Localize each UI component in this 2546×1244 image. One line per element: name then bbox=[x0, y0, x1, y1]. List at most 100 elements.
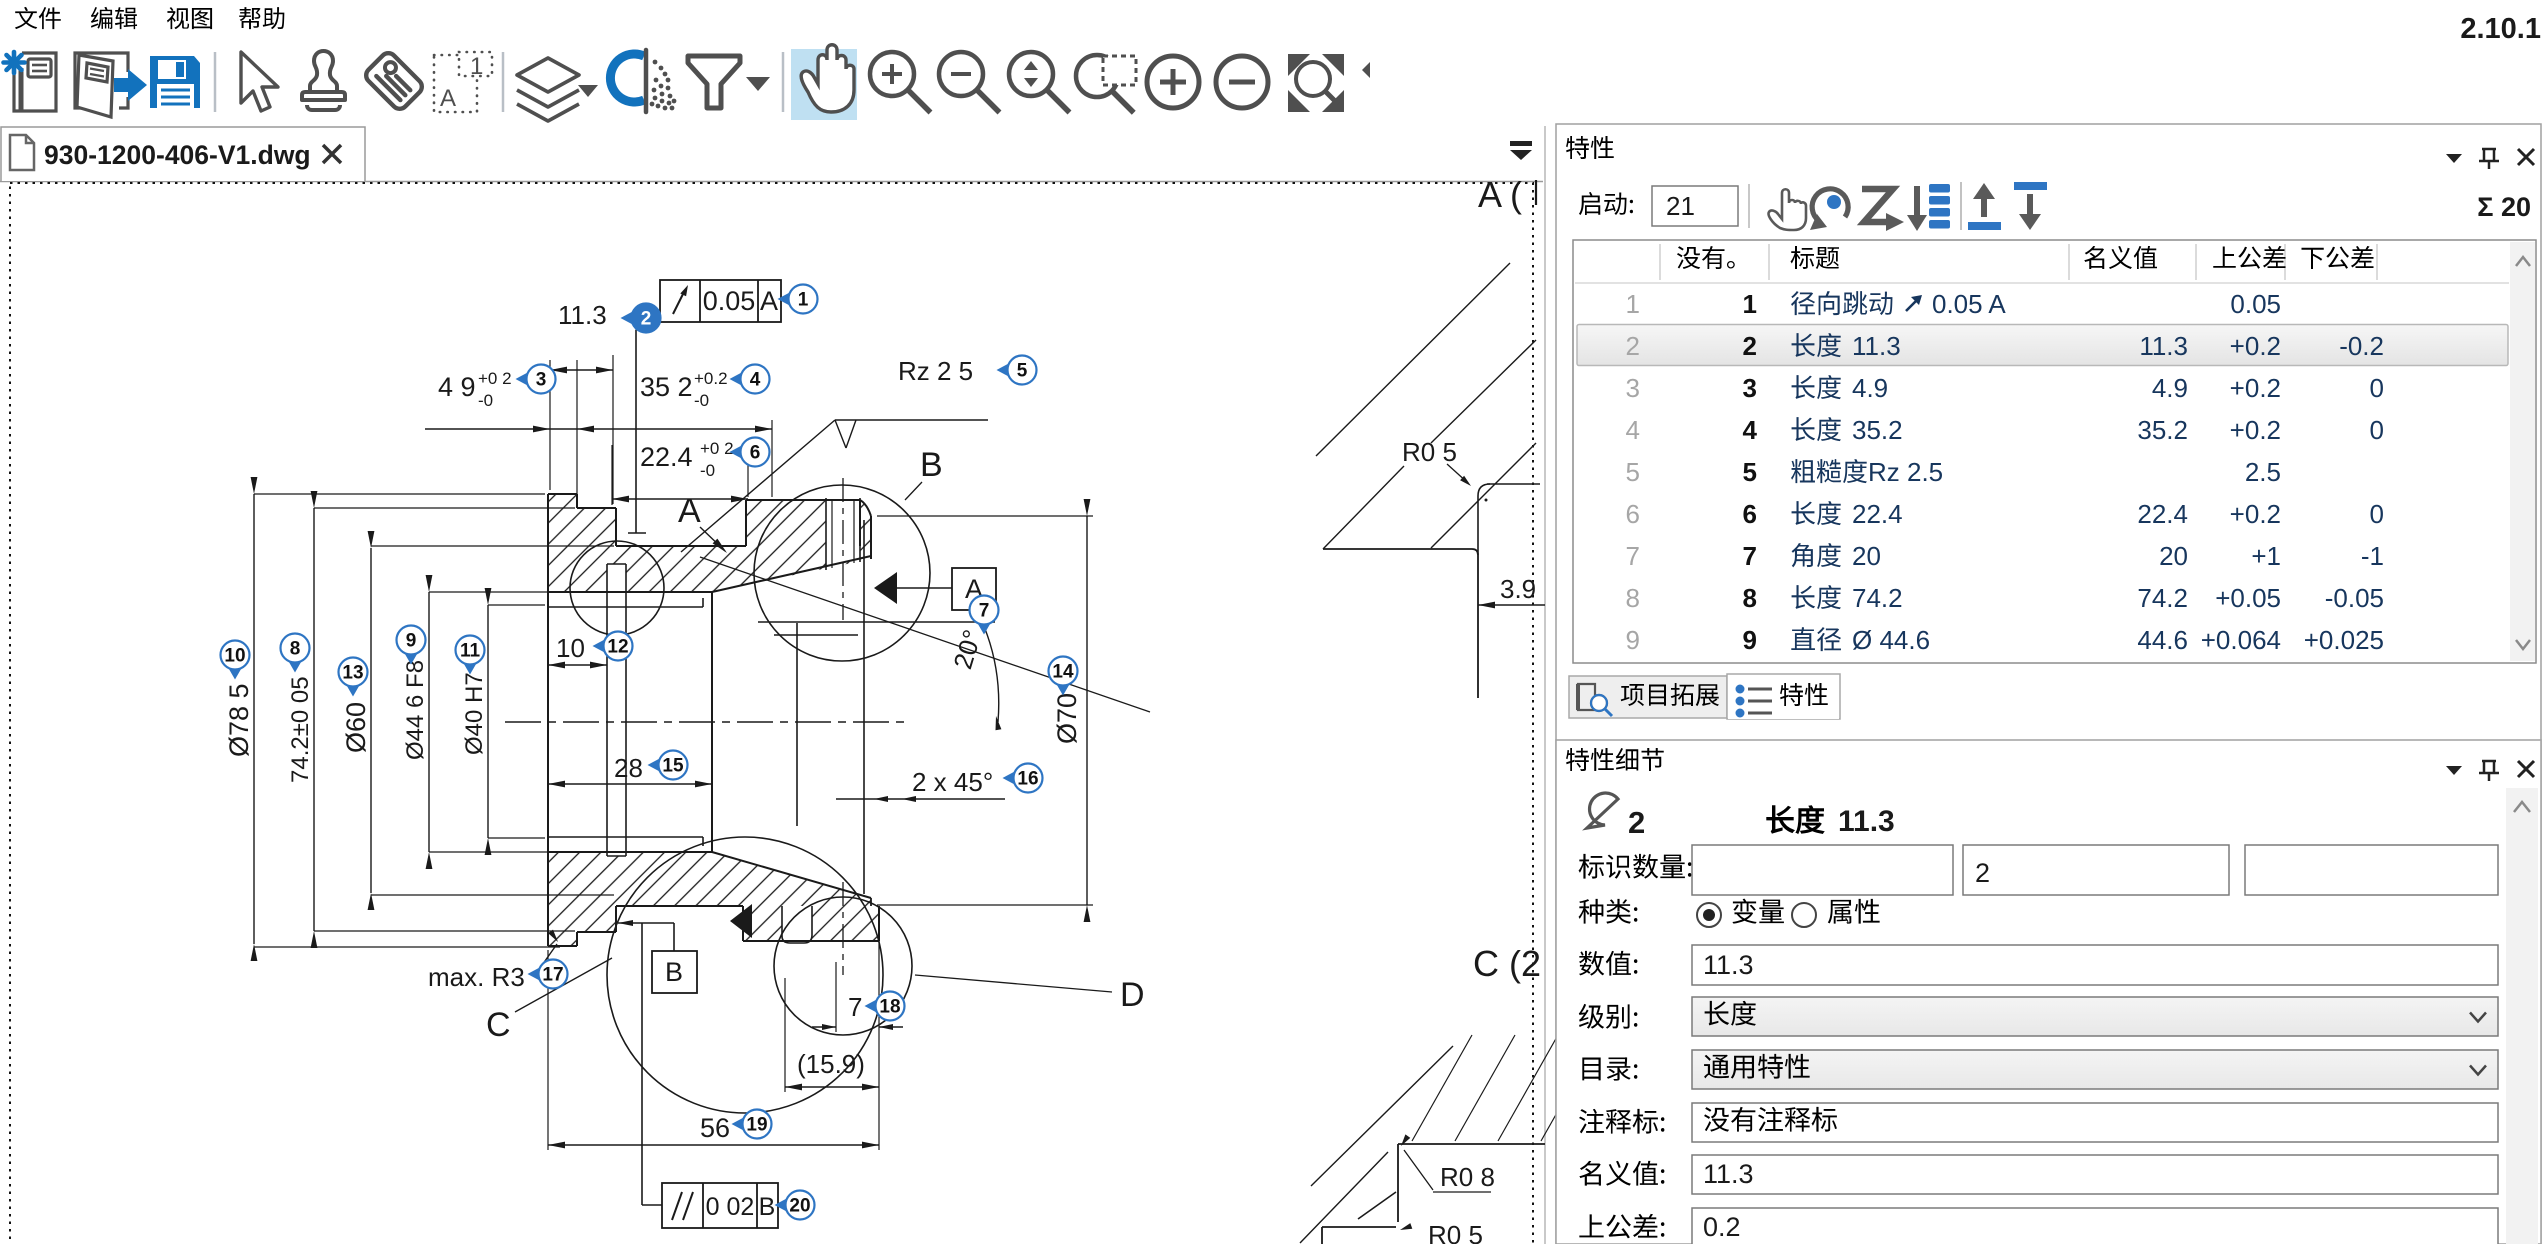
svg-text:+1: +1 bbox=[2251, 541, 2281, 571]
svg-text:18: 18 bbox=[879, 997, 900, 1018]
svg-text:6: 6 bbox=[1626, 499, 1640, 529]
svg-text:A: A bbox=[678, 492, 701, 530]
svg-text:1: 1 bbox=[1743, 289, 1757, 319]
svg-text:17: 17 bbox=[542, 965, 563, 986]
svg-text:10: 10 bbox=[224, 646, 245, 667]
svg-text:56: 56 bbox=[700, 1113, 730, 1143]
svg-text:22.4: 22.4 bbox=[640, 442, 693, 472]
svg-text:3: 3 bbox=[1626, 373, 1640, 403]
svg-text:4: 4 bbox=[1626, 415, 1640, 445]
svg-text:3: 3 bbox=[1743, 373, 1757, 403]
svg-text:6: 6 bbox=[1743, 499, 1757, 529]
svg-text:+0.05: +0.05 bbox=[2215, 583, 2281, 613]
svg-text:7: 7 bbox=[979, 601, 990, 622]
svg-text:-0: -0 bbox=[700, 461, 715, 480]
svg-text:-0: -0 bbox=[478, 391, 493, 410]
svg-text:3.9: 3.9 bbox=[1500, 574, 1536, 604]
svg-text:5: 5 bbox=[1743, 457, 1757, 487]
svg-text:+0 2: +0 2 bbox=[700, 439, 734, 458]
svg-text:4 9: 4 9 bbox=[438, 372, 476, 402]
svg-text:9: 9 bbox=[1743, 625, 1757, 655]
svg-text:C: C bbox=[486, 1006, 511, 1044]
svg-text:8: 8 bbox=[1743, 583, 1757, 613]
svg-text:+0.2: +0.2 bbox=[2230, 499, 2281, 529]
svg-text:13: 13 bbox=[342, 663, 363, 684]
svg-text:35.2: 35.2 bbox=[2137, 415, 2188, 445]
svg-text:max. R3: max. R3 bbox=[428, 962, 525, 992]
svg-text:4: 4 bbox=[750, 370, 761, 391]
svg-text:4.9: 4.9 bbox=[2152, 373, 2188, 403]
svg-text:0.2: 0.2 bbox=[1703, 1212, 1741, 1242]
svg-text:Ø 44.6: Ø 44.6 bbox=[1852, 625, 1930, 655]
svg-text:-0: -0 bbox=[694, 391, 709, 410]
svg-text:0 02: 0 02 bbox=[706, 1193, 755, 1221]
svg-text:2: 2 bbox=[1626, 331, 1640, 361]
svg-text:11.3: 11.3 bbox=[1703, 1159, 1754, 1189]
svg-text:Ø60: Ø60 bbox=[341, 702, 371, 753]
svg-text:+0.2: +0.2 bbox=[2230, 415, 2281, 445]
svg-text:2.5: 2.5 bbox=[2245, 457, 2281, 487]
svg-text:21: 21 bbox=[1666, 191, 1695, 221]
svg-text:7: 7 bbox=[1743, 541, 1757, 571]
svg-text:2.10.1: 2.10.1 bbox=[2460, 13, 2541, 45]
svg-text:+0.025: +0.025 bbox=[2304, 625, 2384, 655]
svg-text:35 2: 35 2 bbox=[640, 372, 693, 402]
svg-text:11.3: 11.3 bbox=[1852, 331, 1901, 361]
svg-text:20: 20 bbox=[1852, 541, 1881, 571]
svg-text:930-1200-406-V1.dwg: 930-1200-406-V1.dwg bbox=[44, 140, 311, 170]
svg-text:D: D bbox=[1120, 976, 1145, 1014]
svg-text:0: 0 bbox=[2370, 373, 2384, 403]
svg-text:74.2: 74.2 bbox=[2137, 583, 2188, 613]
svg-text:35.2: 35.2 bbox=[1852, 415, 1903, 445]
svg-text:+0.2: +0.2 bbox=[2230, 373, 2281, 403]
svg-text:2: 2 bbox=[1628, 805, 1645, 840]
svg-text:6: 6 bbox=[750, 443, 761, 464]
svg-text:20: 20 bbox=[2159, 541, 2188, 571]
svg-text:19: 19 bbox=[746, 1115, 767, 1136]
svg-text:+0.064: +0.064 bbox=[2201, 625, 2281, 655]
svg-text:22.4: 22.4 bbox=[1852, 499, 1903, 529]
svg-text:Ø70: Ø70 bbox=[1052, 693, 1082, 744]
svg-text:2: 2 bbox=[1743, 331, 1757, 361]
svg-text:Ø78 5: Ø78 5 bbox=[224, 683, 254, 757]
svg-text:74.2±0 05: 74.2±0 05 bbox=[287, 676, 314, 783]
svg-text:B: B bbox=[759, 1193, 776, 1221]
svg-text:11: 11 bbox=[460, 641, 481, 662]
svg-text:22.4: 22.4 bbox=[2137, 499, 2188, 529]
svg-text:11.3: 11.3 bbox=[2139, 331, 2188, 361]
svg-text:Ø40 H7: Ø40 H7 bbox=[461, 672, 488, 755]
svg-text:11.3: 11.3 bbox=[558, 300, 607, 330]
svg-text:44.6: 44.6 bbox=[2137, 625, 2188, 655]
svg-text:R0 5: R0 5 bbox=[1428, 1220, 1483, 1244]
svg-text:+0.2: +0.2 bbox=[694, 369, 728, 388]
svg-text:16: 16 bbox=[1017, 769, 1038, 790]
svg-text:11.3: 11.3 bbox=[1703, 950, 1754, 980]
svg-text:0: 0 bbox=[2370, 499, 2384, 529]
svg-text:C (2: C (2 bbox=[1473, 943, 1541, 984]
svg-text:8: 8 bbox=[1626, 583, 1640, 613]
svg-text:10: 10 bbox=[556, 633, 585, 663]
svg-text:0.05: 0.05 bbox=[2230, 289, 2281, 319]
svg-text:+0 2: +0 2 bbox=[478, 369, 512, 388]
svg-text:-0.05: -0.05 bbox=[2325, 583, 2384, 613]
svg-text:A: A bbox=[760, 286, 778, 316]
svg-text:2: 2 bbox=[641, 309, 652, 330]
svg-text:28: 28 bbox=[614, 753, 643, 783]
svg-text:1: 1 bbox=[1626, 289, 1640, 319]
svg-text:0.05: 0.05 bbox=[703, 286, 756, 316]
svg-text:11.3: 11.3 bbox=[1838, 805, 1895, 838]
svg-text:12: 12 bbox=[607, 637, 628, 658]
svg-text:Ø44 6 F8: Ø44 6 F8 bbox=[402, 660, 429, 760]
svg-text:14: 14 bbox=[1052, 662, 1074, 683]
svg-text:+0.2: +0.2 bbox=[2230, 331, 2281, 361]
svg-text:9: 9 bbox=[1626, 625, 1640, 655]
svg-text:B: B bbox=[920, 446, 943, 484]
svg-text:1: 1 bbox=[798, 290, 809, 311]
svg-text:0.05 A: 0.05 A bbox=[1932, 289, 2006, 319]
svg-text:7: 7 bbox=[1626, 541, 1640, 571]
svg-text:0: 0 bbox=[2370, 415, 2384, 445]
svg-text:-1: -1 bbox=[2361, 541, 2384, 571]
svg-text:20: 20 bbox=[789, 1196, 810, 1217]
svg-text:R0 5: R0 5 bbox=[1402, 437, 1457, 467]
svg-text:R0 8: R0 8 bbox=[1440, 1162, 1495, 1192]
